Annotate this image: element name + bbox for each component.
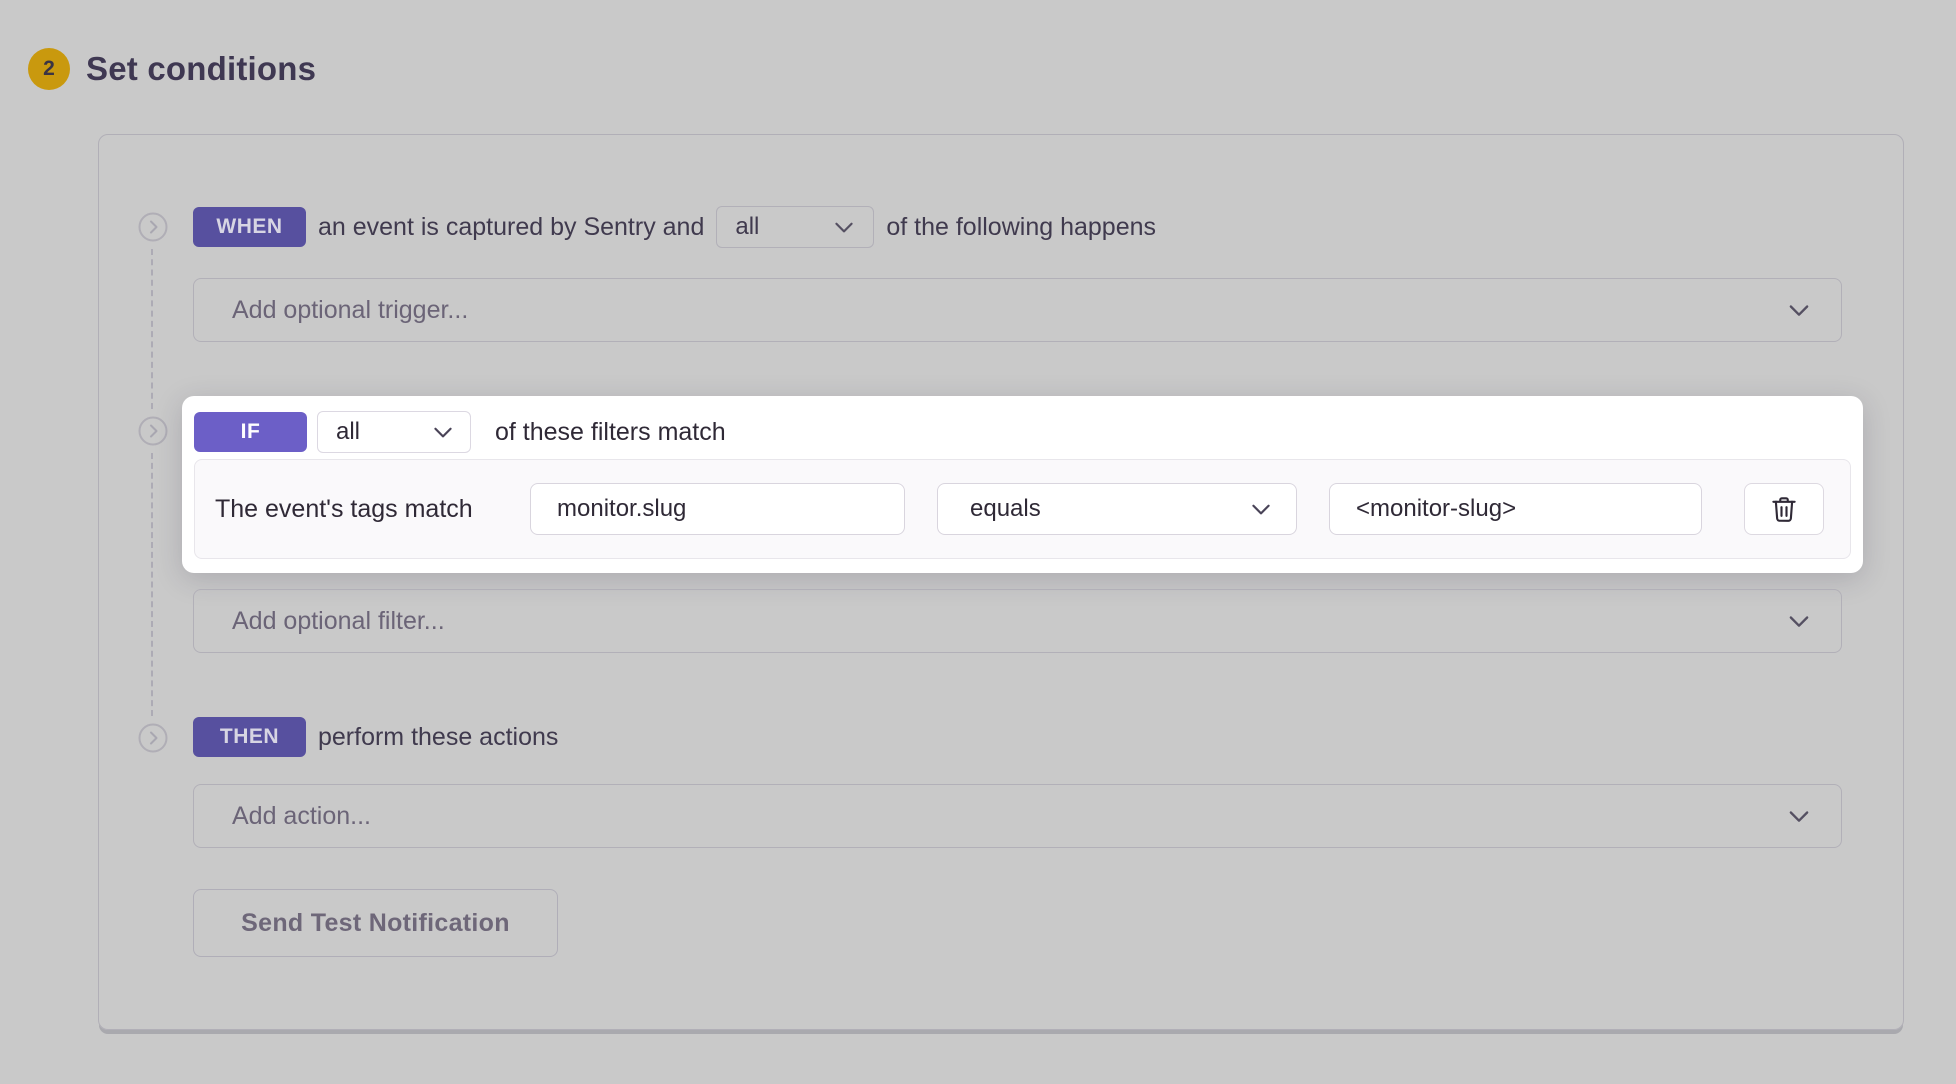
add-filter-placeholder: Add optional filter... [232,607,445,636]
chevron-down-icon [1785,607,1813,635]
delete-filter-button[interactable] [1744,483,1824,535]
then-node-chevron-circle-icon [138,723,168,753]
then-text-after: perform these actions [318,723,558,752]
connector-line [151,453,153,716]
when-badge: WHEN [193,207,306,247]
then-row: THEN perform these actions [193,715,558,759]
filter-value-input[interactable] [1329,483,1702,535]
add-trigger-placeholder: Add optional trigger... [232,296,468,325]
if-condition-card: IF all of these filters match The event'… [182,396,1863,573]
if-match-select-value: all [336,418,360,446]
when-node-chevron-circle-icon [138,212,168,242]
when-row: WHEN an event is captured by Sentry and … [193,205,1156,249]
trash-icon [1769,494,1799,524]
when-text-after: of the following happens [886,213,1156,242]
connector-line [151,249,153,409]
step-number-badge: 2 [28,48,70,90]
add-action-select[interactable]: Add action... [193,784,1842,848]
filter-match-select-value: equals [970,495,1041,523]
if-node-chevron-circle-icon [138,416,168,446]
chevron-down-icon [1248,496,1274,522]
when-match-select[interactable]: all [716,206,874,248]
add-filter-select[interactable]: Add optional filter... [193,589,1842,653]
filter-match-select[interactable]: equals [937,483,1297,535]
chevron-down-icon [430,419,456,445]
chevron-down-icon [831,214,857,240]
conditions-panel: WHEN an event is captured by Sentry and … [98,134,1904,1030]
if-match-select[interactable]: all [317,411,471,453]
filter-key-input[interactable] [530,483,905,535]
chevron-down-icon [1785,802,1813,830]
if-badge: IF [194,412,307,452]
then-badge: THEN [193,717,306,757]
filter-label: The event's tags match [215,495,530,524]
send-test-notification-button[interactable]: Send Test Notification [193,889,558,957]
page-title: Set conditions [86,50,316,88]
page-header: 2 Set conditions [28,48,316,90]
add-action-placeholder: Add action... [232,802,371,831]
if-text-after: of these filters match [495,418,726,447]
chevron-down-icon [1785,296,1813,324]
tag-filter-row: The event's tags match equals [194,459,1851,559]
add-trigger-select[interactable]: Add optional trigger... [193,278,1842,342]
when-match-select-value: all [735,213,759,241]
if-row: IF all of these filters match [194,411,726,453]
when-text-before: an event is captured by Sentry and [318,213,704,242]
